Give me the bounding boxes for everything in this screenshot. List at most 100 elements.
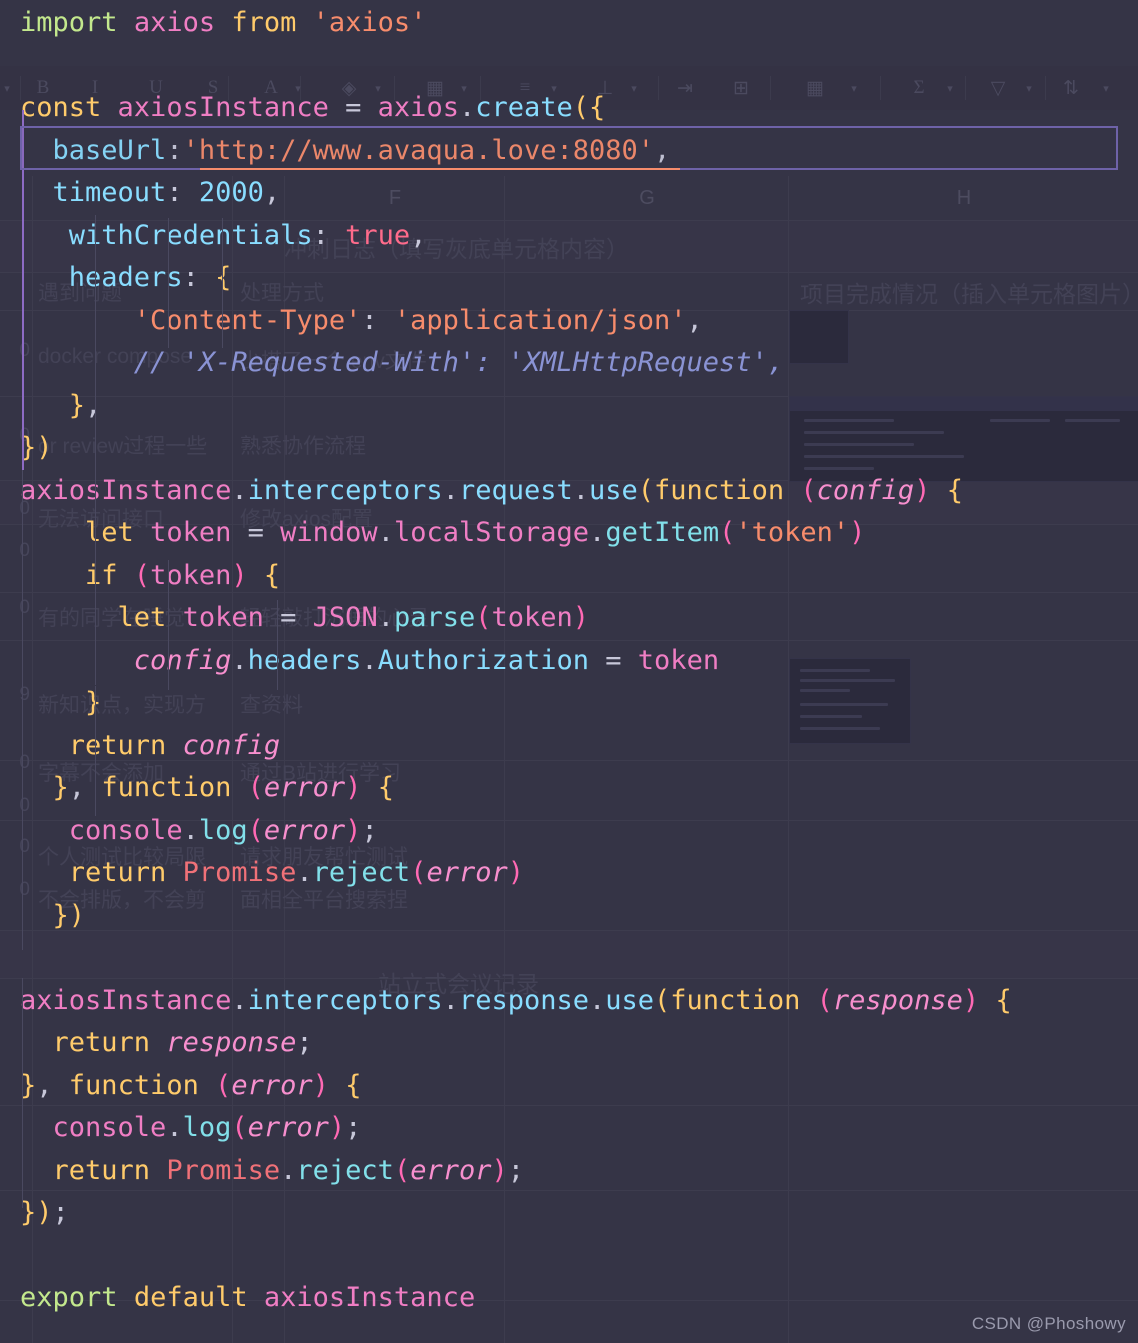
code-token: { (995, 984, 1012, 1016)
code-token: 'axios' (312, 7, 427, 38)
code-token: ( (231, 1112, 248, 1143)
code-line[interactable]: return response; (0, 1022, 1138, 1065)
code-token: . (589, 517, 606, 548)
code-token: return (52, 1027, 151, 1058)
code-line[interactable]: }) (0, 427, 1138, 470)
code-line[interactable]: axiosInstance.interceptors.response.use(… (0, 980, 1138, 1023)
code-token: ; (345, 1112, 362, 1143)
code-line[interactable]: return config (0, 725, 1138, 768)
code-line[interactable]: axiosInstance.interceptors.request.use(f… (0, 470, 1138, 513)
code-token: reject (296, 1154, 394, 1186)
code-token: headers (247, 644, 362, 676)
indent-guide (168, 560, 169, 690)
code-token: reject (312, 857, 411, 888)
code-line[interactable] (0, 1235, 1138, 1278)
code-token: . (231, 474, 248, 506)
code-line[interactable]: let token = JSON.parse(token) (0, 597, 1138, 640)
code-line[interactable]: } (0, 682, 1138, 725)
code-token: headers (68, 262, 183, 293)
code-token: return (52, 1154, 151, 1186)
code-line[interactable]: timeout: 2000, (0, 172, 1138, 215)
code-line[interactable]: }, (0, 385, 1138, 428)
code-line[interactable]: return Promise.reject(error); (0, 1150, 1138, 1193)
code-token: 'application/json' (393, 304, 687, 336)
code-token: ) (345, 772, 362, 803)
line-selection-box (20, 126, 1118, 170)
code-line[interactable]: }, function (error) { (0, 767, 1138, 810)
code-token: log (198, 814, 248, 846)
code-token: parse (393, 602, 476, 633)
code-line[interactable]: import axios from 'axios' (0, 2, 1138, 45)
code-token: ( (215, 1069, 232, 1101)
code-token: let (117, 602, 167, 633)
code-line[interactable]: // 'X-Requested-With': 'XMLHttpRequest', (0, 342, 1138, 385)
code-token: . (442, 474, 459, 506)
code-token: ) (345, 814, 362, 846)
code-token: ; (507, 1154, 525, 1186)
code-token: { (377, 772, 394, 803)
csdn-watermark: CSDN @Phoshowy (971, 1314, 1126, 1333)
indent-guide (168, 218, 169, 348)
code-line[interactable]: if (token) { (0, 555, 1138, 598)
code-token: ) (328, 1112, 346, 1143)
code-token: ) (572, 602, 590, 633)
code-line[interactable]: }, function (error) { (0, 1065, 1138, 1108)
code-token: ) (914, 474, 931, 506)
code-token: function (68, 1069, 199, 1101)
code-token: . (458, 92, 476, 123)
code-line[interactable]: let token = window.localStorage.getItem(… (0, 512, 1138, 555)
code-token: . (377, 517, 394, 548)
code-token: if (85, 559, 118, 591)
code-token: . (377, 602, 394, 633)
code-token: . (588, 984, 606, 1016)
code-line[interactable]: 'Content-Type': 'application/json', (0, 300, 1138, 343)
code-line[interactable]: headers: { (0, 257, 1138, 300)
code-token: export (20, 1282, 118, 1313)
code-line[interactable]: withCredentials: true, (0, 215, 1138, 258)
code-line[interactable]: config.headers.Authorization = token (0, 640, 1138, 683)
code-line[interactable]: return Promise.reject(error) (0, 852, 1138, 895)
code-line[interactable]: }) (0, 895, 1138, 938)
code-token: , (68, 772, 86, 803)
code-line[interactable] (0, 45, 1138, 88)
code-token: } (52, 899, 69, 931)
code-token: ; (52, 1197, 69, 1228)
code-line[interactable]: }); (0, 1192, 1138, 1235)
code-token: function (654, 474, 785, 506)
indent-guide (222, 218, 223, 348)
code-token: } (85, 687, 102, 718)
code-token: . (231, 984, 248, 1016)
code-token: } (52, 772, 69, 803)
code-token: token (491, 602, 573, 633)
code-token: ( (393, 1154, 411, 1186)
code-line[interactable] (0, 937, 1138, 980)
indent-guide (95, 686, 96, 816)
code-token: Authorization (377, 644, 589, 676)
code-line[interactable]: export default axiosInstance (0, 1277, 1138, 1320)
code-line[interactable]: console.log(error); (0, 1107, 1138, 1150)
code-content[interactable]: import axios from 'axios' const axiosInst… (0, 0, 1138, 1343)
code-line[interactable]: console.log(error); (0, 810, 1138, 853)
code-token: function (670, 984, 801, 1016)
code-line[interactable]: const axiosInstance = axios.create({ (0, 87, 1138, 130)
code-token: JSON (312, 602, 378, 633)
